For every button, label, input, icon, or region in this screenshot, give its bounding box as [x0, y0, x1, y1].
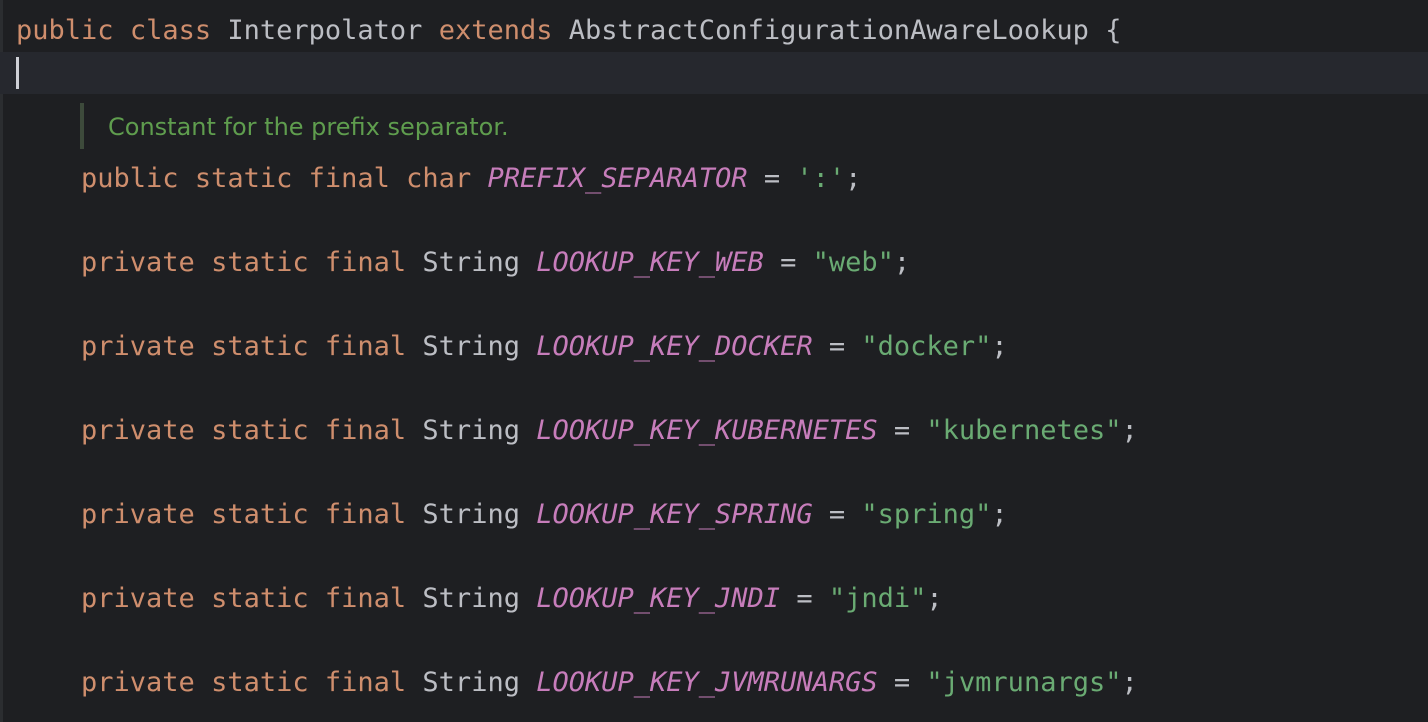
- field-declaration-line[interactable]: private static final String LOOKUP_KEY_S…: [81, 494, 1008, 536]
- field-value: "kubernetes": [926, 415, 1122, 446]
- field-name: LOOKUP_KEY_DOCKER: [536, 331, 813, 362]
- assign-operator: =: [893, 667, 911, 698]
- keyword-extends: extends: [438, 15, 553, 46]
- assign-operator: =: [828, 499, 846, 530]
- parent-class-name: AbstractConfigurationAwareLookup: [568, 15, 1089, 46]
- field-declaration-line[interactable]: public static final char PREFIX_SEPARATO…: [81, 158, 861, 200]
- semicolon: ;: [893, 247, 911, 278]
- text-caret: [16, 57, 19, 89]
- keyword-static: static: [194, 163, 293, 194]
- assign-operator: =: [763, 163, 781, 194]
- keyword-class: class: [129, 15, 212, 46]
- open-brace: {: [1105, 15, 1122, 46]
- current-line-highlight: [0, 52, 1428, 94]
- assign-operator: =: [796, 583, 813, 614]
- field-name: PREFIX_SEPARATOR: [487, 163, 748, 194]
- keyword-static: static: [211, 331, 309, 362]
- semicolon: ;: [926, 583, 943, 614]
- keyword-static: static: [211, 583, 309, 614]
- keyword-final: final: [324, 331, 407, 362]
- field-type: String: [422, 499, 520, 530]
- keyword-private: private: [81, 247, 195, 278]
- field-type: String: [422, 415, 520, 446]
- keyword-private: private: [81, 331, 195, 362]
- field-declaration-line[interactable]: private static final String LOOKUP_KEY_K…: [81, 410, 1138, 452]
- assign-operator: =: [828, 331, 846, 362]
- field-value: ':': [796, 163, 846, 194]
- keyword-final: final: [324, 247, 407, 278]
- field-value: "spring": [861, 499, 992, 530]
- field-type: String: [422, 667, 520, 698]
- semicolon: ;: [991, 499, 1008, 530]
- field-name: LOOKUP_KEY_JVMRUNARGS: [536, 667, 878, 698]
- keyword-static: static: [211, 667, 309, 698]
- keyword-private: private: [81, 667, 195, 698]
- field-name: LOOKUP_KEY_JNDI: [536, 583, 781, 614]
- doc-comment-bar: [80, 103, 84, 149]
- keyword-private: private: [81, 499, 195, 530]
- field-name: LOOKUP_KEY_SPRING: [536, 499, 813, 530]
- keyword-final: final: [324, 499, 407, 530]
- class-declaration-line[interactable]: public class Interpolator extends Abstra…: [16, 10, 1121, 52]
- field-type: String: [422, 331, 520, 362]
- field-type: String: [422, 583, 520, 614]
- code-editor[interactable]: public class Interpolator extends Abstra…: [0, 0, 1428, 722]
- field-declaration-line[interactable]: private static final String LOOKUP_KEY_W…: [81, 242, 910, 284]
- field-declaration-line[interactable]: private static final String LOOKUP_KEY_J…: [81, 662, 1138, 704]
- keyword-static: static: [211, 415, 309, 446]
- field-value: "jvmrunargs": [926, 667, 1122, 698]
- semicolon: ;: [1121, 415, 1138, 446]
- field-declaration-line[interactable]: private static final String LOOKUP_KEY_J…: [81, 578, 943, 620]
- doc-comment: Constant for the prefix separator.: [108, 113, 509, 141]
- field-name: LOOKUP_KEY_KUBERNETES: [536, 415, 878, 446]
- keyword-private: private: [81, 583, 195, 614]
- keyword-final: final: [308, 163, 390, 194]
- gutter-edge: [0, 0, 3, 722]
- field-type: String: [422, 247, 520, 278]
- field-value: "docker": [861, 331, 992, 362]
- keyword-private: private: [81, 415, 195, 446]
- keyword-static: static: [211, 247, 309, 278]
- keyword-static: static: [211, 499, 309, 530]
- keyword-final: final: [324, 667, 407, 698]
- class-name: Interpolator: [227, 15, 423, 46]
- keyword-final: final: [324, 583, 407, 614]
- assign-operator: =: [893, 415, 911, 446]
- semicolon: ;: [991, 331, 1008, 362]
- keyword-public: public: [81, 163, 179, 194]
- semicolon: ;: [845, 163, 862, 194]
- field-name: LOOKUP_KEY_WEB: [536, 247, 764, 278]
- keyword-char: char: [406, 163, 472, 194]
- keyword-final: final: [324, 415, 407, 446]
- field-value: "web": [812, 247, 894, 278]
- field-declaration-line[interactable]: private static final String LOOKUP_KEY_D…: [81, 326, 1008, 368]
- semicolon: ;: [1121, 667, 1138, 698]
- keyword-public: public: [16, 15, 114, 46]
- assign-operator: =: [780, 247, 797, 278]
- field-value: "jndi": [828, 583, 927, 614]
